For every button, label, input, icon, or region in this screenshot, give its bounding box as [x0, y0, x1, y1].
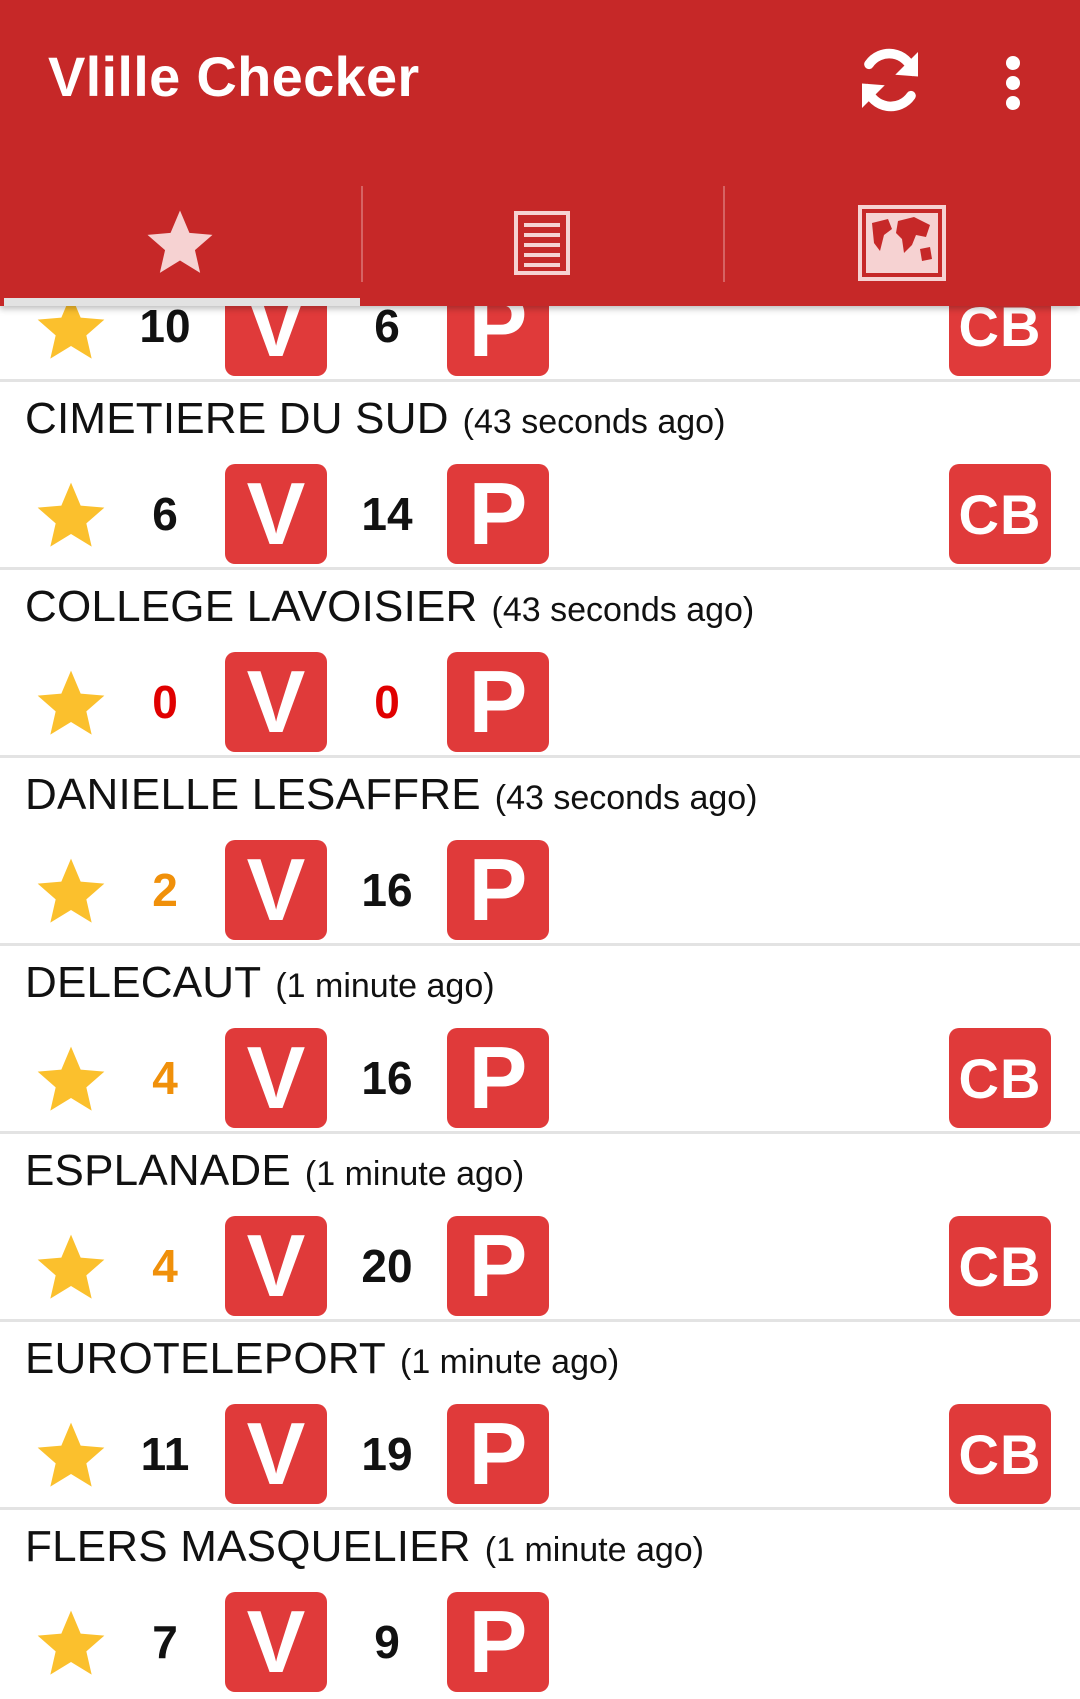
bikes-badge: V: [225, 1404, 327, 1504]
station-row[interactable]: ESPLANADE (1 minute ago) 4 V 20 P CB: [0, 1134, 1080, 1322]
station-row[interactable]: COLLEGE LAVOISIER (43 seconds ago) 0 V 0 …: [0, 570, 1080, 758]
tab-favorites[interactable]: [0, 180, 360, 306]
last-update: (1 minute ago): [304, 1155, 525, 1193]
overflow-menu-icon[interactable]: [990, 40, 1036, 124]
station-row[interactable]: FLERS MASQUELIER (1 minute ago) 7 V 9 P: [0, 1510, 1080, 1698]
star-icon: [147, 210, 213, 273]
station-name: COLLEGE LAVOISIER: [25, 582, 478, 631]
last-update: (1 minute ago): [400, 1343, 620, 1381]
available-bikes: 2: [152, 864, 178, 916]
bikes-badge: V: [225, 1592, 327, 1692]
tab-list[interactable]: [362, 180, 722, 306]
station-stats: 4 V 16 P CB: [0, 1028, 1080, 1128]
station-name: ESPLANADE: [25, 1146, 291, 1195]
bikes-badge: V: [225, 652, 327, 752]
last-update: (43 seconds ago): [494, 779, 758, 817]
station-row[interactable]: DELECAUT (1 minute ago) 4 V 16 P CB: [0, 946, 1080, 1134]
last-update: (1 minute ago): [275, 967, 495, 1005]
stands-badge: P: [447, 464, 549, 564]
favorite-star-icon[interactable]: [30, 1416, 112, 1496]
stands-badge: P: [447, 1404, 549, 1504]
available-stands: 20: [361, 1240, 413, 1292]
station-stats: 2 V 16 P: [0, 840, 1080, 940]
favorite-star-icon[interactable]: [30, 1040, 112, 1120]
station-row[interactable]: CIMETIERE DU SUD (43 seconds ago) 6 V 14 …: [0, 382, 1080, 570]
available-bikes: 6: [152, 488, 178, 540]
bikes-badge: V: [225, 1216, 327, 1316]
map-icon: [858, 205, 946, 281]
selected-tab-indicator: [4, 298, 360, 306]
station-stats: 0 V 0 P: [0, 652, 1080, 752]
app-bar: Vlille Checker: [0, 0, 1080, 306]
list-icon: [514, 211, 570, 275]
bikes-badge: V: [225, 840, 327, 940]
station-name: FLERS MASQUELIER: [25, 1522, 471, 1571]
stands-badge: P: [447, 1216, 549, 1316]
station-row[interactable]: EUROTELEPORT (1 minute ago) 11 V 19 P CB: [0, 1322, 1080, 1510]
station-name: DELECAUT: [25, 958, 262, 1007]
last-update: (1 minute ago): [484, 1531, 704, 1569]
last-update: (43 seconds ago): [491, 591, 755, 629]
available-stands: 19: [361, 1428, 413, 1480]
available-bikes: 7: [152, 1616, 178, 1668]
stands-badge: P: [447, 840, 549, 940]
favorite-star-icon[interactable]: [30, 1604, 112, 1684]
station-stats: 11 V 19 P CB: [0, 1404, 1080, 1504]
favorite-star-icon[interactable]: [30, 476, 112, 556]
bikes-badge: V: [225, 464, 327, 564]
available-bikes: 4: [152, 1052, 178, 1104]
stands-badge: P: [447, 1028, 549, 1128]
station-row[interactable]: DANIELLE LESAFFRE (43 seconds ago) 2 V 16…: [0, 758, 1080, 946]
favorite-star-icon[interactable]: [30, 1228, 112, 1308]
available-bikes: 11: [140, 1428, 190, 1480]
station-stats: 6 V 14 P CB: [0, 464, 1080, 564]
station-stats: 7 V 9 P: [0, 1592, 1080, 1692]
available-bikes: 0: [152, 676, 178, 728]
bikes-badge: V: [225, 1028, 327, 1128]
station-stats: 4 V 20 P CB: [0, 1216, 1080, 1316]
available-stands: 0: [374, 676, 400, 728]
card-payment-badge: CB: [949, 1216, 1051, 1316]
card-payment-badge: CB: [949, 1404, 1051, 1504]
favorite-star-icon[interactable]: [30, 664, 112, 744]
station-name: EUROTELEPORT: [25, 1334, 386, 1383]
available-bikes: 4: [152, 1240, 178, 1292]
station-name: DANIELLE LESAFFRE: [25, 770, 481, 819]
refresh-icon[interactable]: [848, 38, 932, 122]
app-title: Vlille Checker: [48, 45, 420, 108]
available-stands: 16: [361, 1052, 413, 1104]
available-stands: 9: [374, 1616, 400, 1668]
stands-badge: P: [447, 1592, 549, 1692]
card-payment-badge: CB: [949, 464, 1051, 564]
available-stands: 14: [361, 488, 413, 540]
tab-map[interactable]: [724, 180, 1080, 306]
favorite-star-icon[interactable]: [30, 852, 112, 932]
card-payment-badge: CB: [949, 1028, 1051, 1128]
stands-badge: P: [447, 652, 549, 752]
station-name: CIMETIERE DU SUD: [25, 394, 449, 443]
last-update: (43 seconds ago): [462, 403, 726, 441]
available-stands: 16: [361, 864, 413, 916]
